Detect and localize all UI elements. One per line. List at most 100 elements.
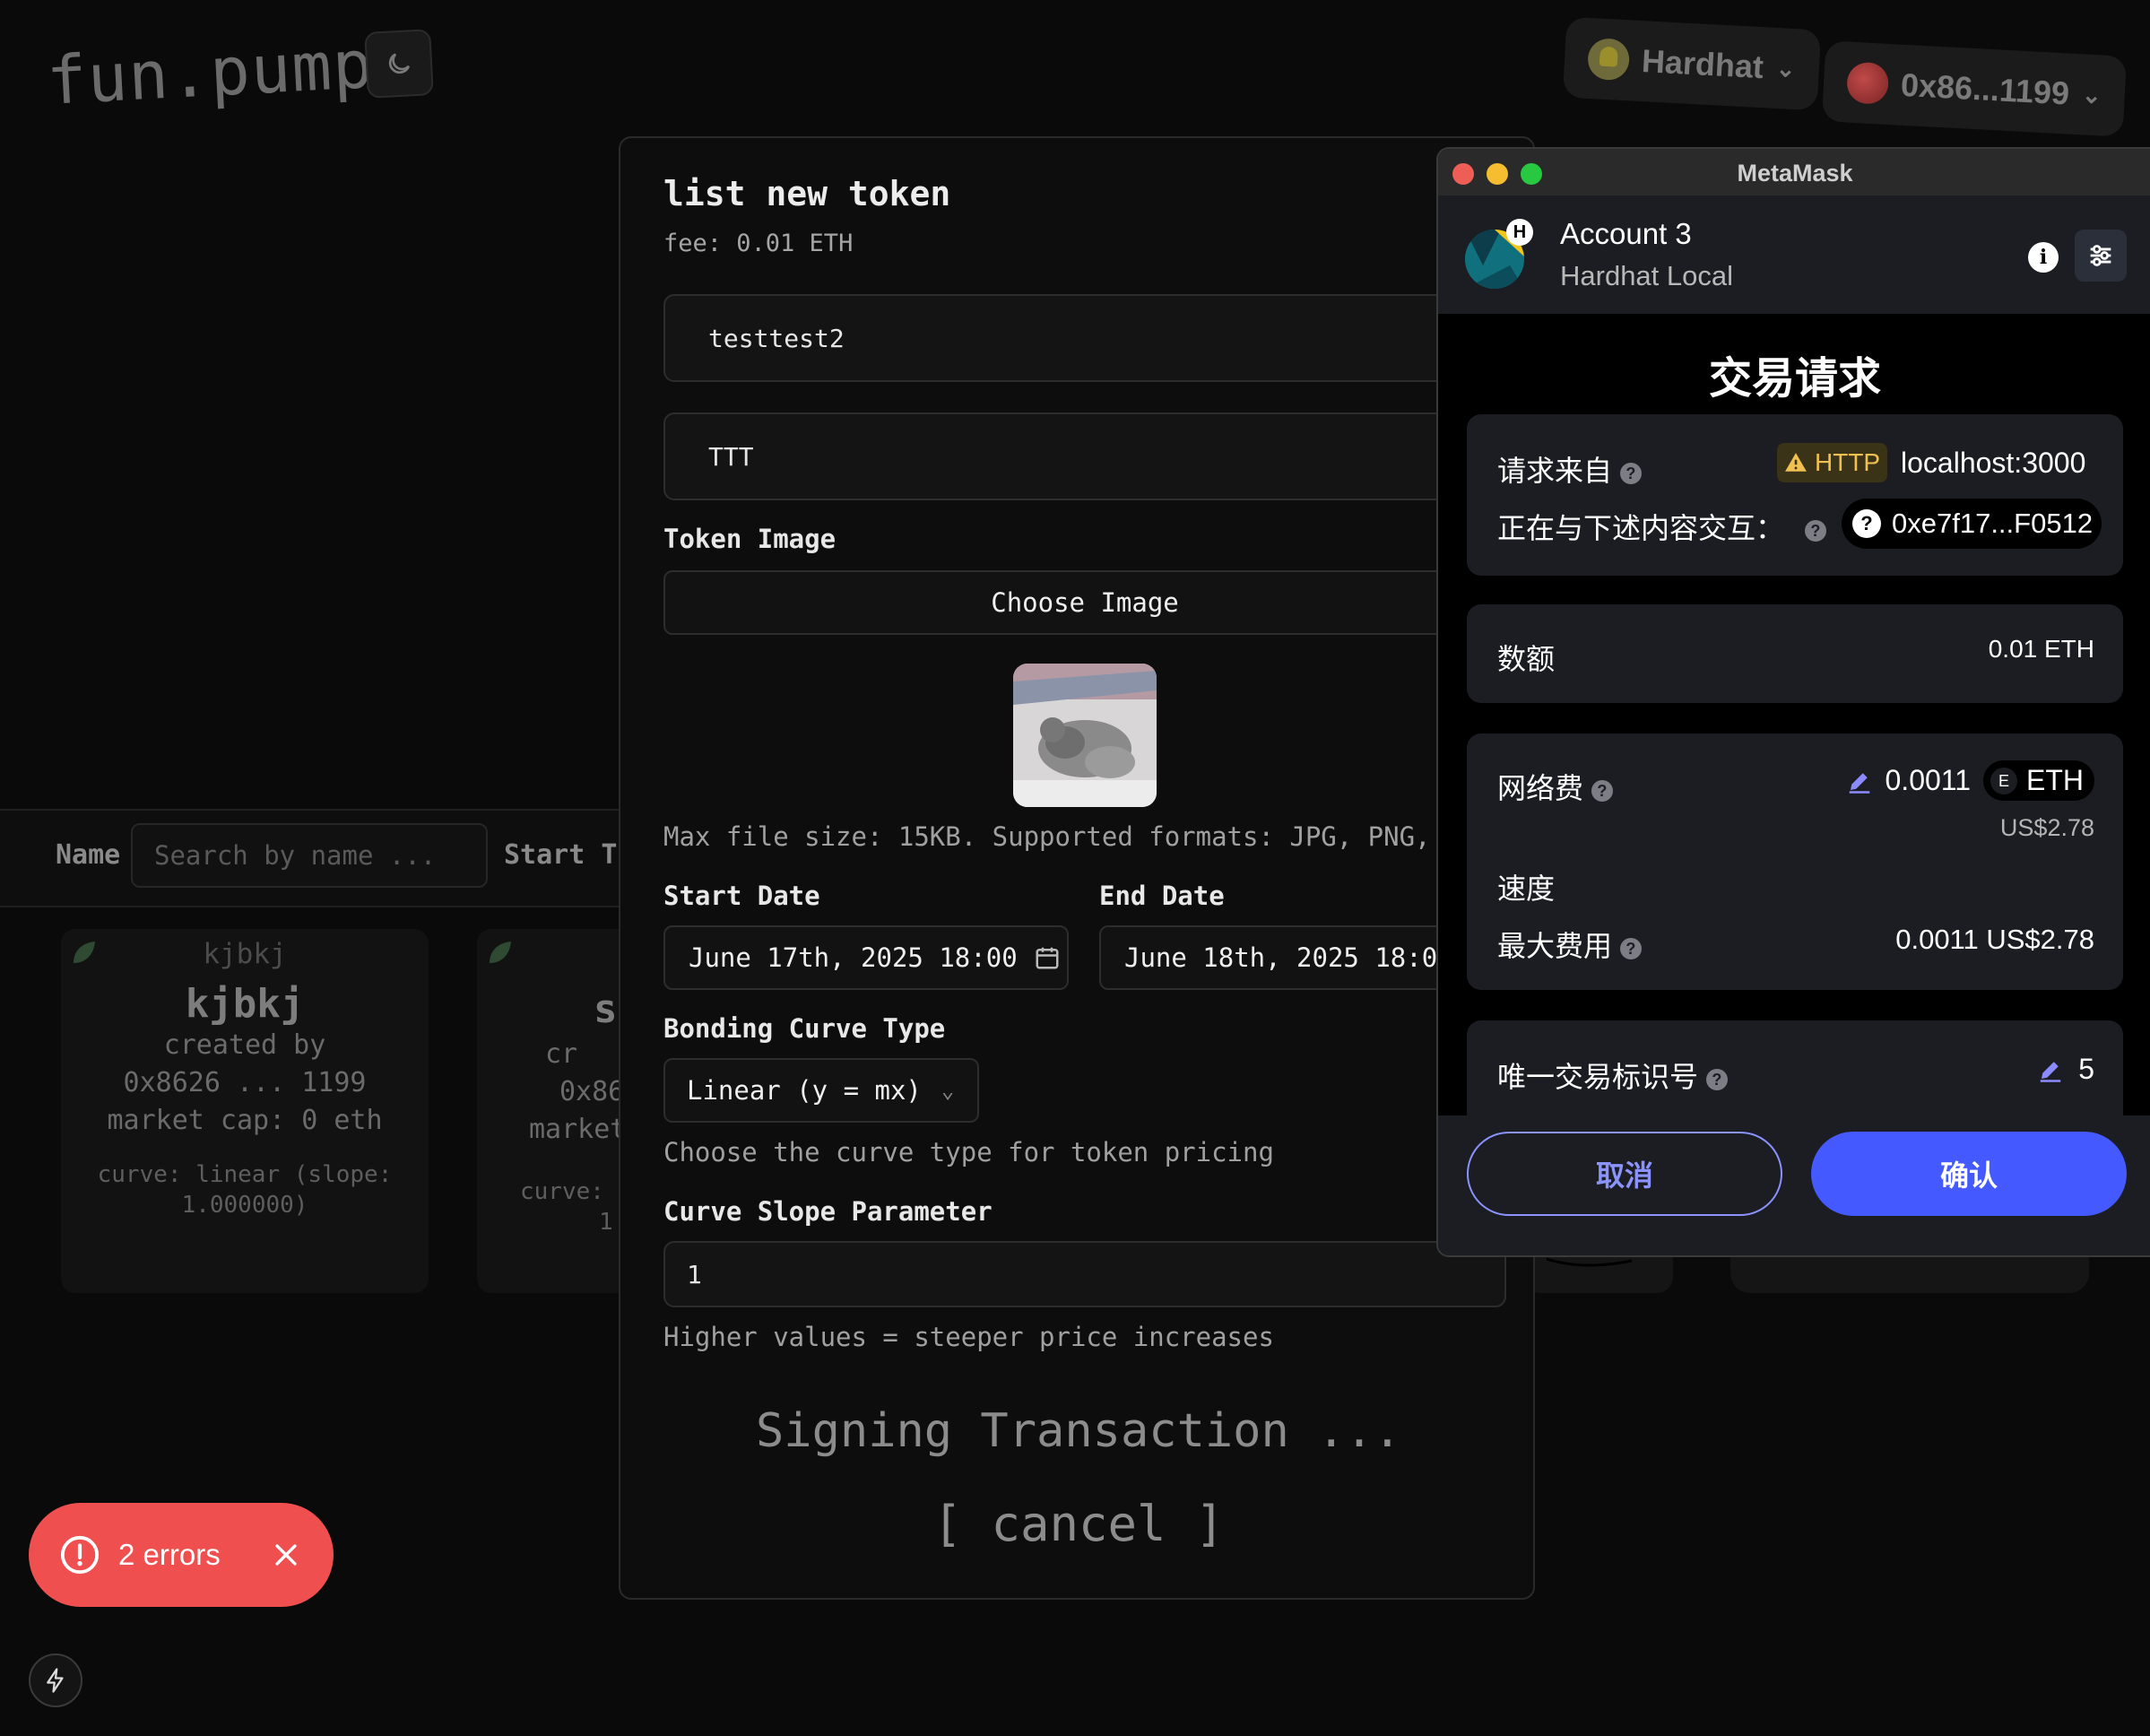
chevron-down-icon: ⌄ — [1775, 54, 1797, 82]
slope-input[interactable]: 1 — [663, 1241, 1506, 1307]
token-symbol: kjbkj — [203, 938, 287, 970]
list-token-modal: list new token fee: 0.01 ETH testtest2 T… — [619, 136, 1535, 1600]
account-address: 0x86...1199 — [1900, 65, 2071, 112]
curve-type-value: Linear (y = mx) — [687, 1075, 922, 1106]
start-date-input[interactable]: June 17th, 2025 18:00 — [663, 925, 1069, 990]
network-fee-row: 网络费 ? — [1497, 766, 1613, 807]
search-input[interactable]: Search by name ... — [131, 823, 488, 888]
screen: fun.pump Hardhat ⌄ 0x86...1199 ⌄ Name Se… — [0, 0, 2150, 1736]
cat-photo-image — [1013, 664, 1157, 807]
chevron-down-icon: ⌄ — [941, 1078, 955, 1103]
account-selector[interactable]: 0x86...1199 ⌄ — [1821, 40, 2128, 137]
network-name: Hardhat — [1641, 42, 1765, 86]
help-icon[interactable]: ? — [1705, 1068, 1728, 1090]
market-cap: market — [529, 1114, 627, 1145]
help-icon[interactable]: ? — [1591, 779, 1613, 802]
help-icon[interactable]: ? — [1804, 519, 1826, 542]
network-selector[interactable]: Hardhat ⌄ — [1562, 16, 1821, 111]
nonce-value-row: 5 — [2037, 1053, 2094, 1086]
close-icon[interactable] — [271, 1540, 301, 1570]
modal-title: list new token — [663, 174, 951, 213]
reject-button-label: 取消 — [1595, 1159, 1653, 1192]
network-fee-usd: US$2.78 — [1999, 814, 2094, 841]
curve-info: curve: linear (slope: 1.000000) — [61, 1159, 429, 1220]
creator-address: 0x8626 ... 1199 — [123, 1067, 367, 1098]
contract-address: 0xe7f17...F0512 — [1892, 508, 2094, 539]
moon-icon — [388, 53, 411, 74]
app-logo[interactable]: fun.pump — [45, 26, 375, 120]
advanced-settings-button[interactable] — [2075, 230, 2127, 282]
edit-pencil-icon[interactable] — [2037, 1056, 2064, 1083]
unknown-contract-icon: ? — [1852, 509, 1881, 538]
theme-toggle-button[interactable] — [364, 29, 434, 99]
created-by-label: created by — [163, 1029, 326, 1061]
request-from-label: 请求来自 — [1497, 455, 1613, 487]
amount-value: 0.01 ETH — [1988, 635, 2094, 663]
dev-tools-button[interactable] — [29, 1654, 82, 1707]
origin-card: 请求来自 ? HTTP localhost:3000 正在与下述内容交互： ? … — [1467, 414, 2123, 576]
confirm-button[interactable]: 确认 — [1811, 1132, 2127, 1216]
max-fee-row: 最大费用 ? — [1497, 924, 1642, 965]
http-label: HTTP — [1815, 448, 1881, 476]
calendar-icon[interactable] — [1034, 944, 1061, 971]
token-symbol-value: TTT — [708, 441, 754, 472]
token-name-input[interactable]: testtest2 — [663, 294, 1506, 382]
account-name[interactable]: Account 3 — [1560, 217, 1692, 251]
interacting-with-label: 正在与下述内容交互： — [1497, 512, 1785, 544]
fee-token-pill: E ETH — [1983, 760, 2094, 801]
choose-image-button[interactable]: Choose Image — [663, 570, 1506, 635]
lightning-icon — [47, 1668, 64, 1693]
cancel-transaction-button[interactable]: [ cancel ] — [620, 1496, 1537, 1552]
search-placeholder: Search by name ... — [154, 840, 437, 871]
http-warning-badge: HTTP — [1777, 443, 1888, 482]
origin-url: localhost:3000 — [1901, 447, 2086, 479]
amount-label: 数额 — [1497, 643, 1556, 675]
contract-address-pill[interactable]: ? 0xe7f17...F0512 — [1842, 499, 2102, 549]
edit-pencil-icon[interactable] — [1846, 768, 1873, 794]
max-fee-label: 最大费用 — [1497, 930, 1613, 962]
nonce-row: 唯一交易标识号 ? — [1497, 1055, 1728, 1096]
curve-info-line1: curve: linear (slope: — [97, 1161, 393, 1188]
help-icon[interactable]: ? — [1619, 462, 1642, 484]
account-header: H Account 3 Hardhat Local i — [1438, 195, 2150, 314]
info-icon[interactable]: i — [2028, 242, 2059, 273]
sliders-icon — [2090, 245, 2111, 266]
token-name-value: testtest2 — [708, 323, 845, 353]
chevron-down-icon: ⌄ — [2081, 80, 2102, 108]
slope-help: Higher values = steeper price increases — [663, 1322, 1274, 1352]
choose-image-label: Choose Image — [991, 587, 1179, 618]
curve-info-line1: curve: — [520, 1178, 604, 1205]
nonce-label: 唯一交易标识号 — [1497, 1061, 1699, 1093]
end-date-value: June 18th, 2025 18:00 — [1124, 942, 1453, 973]
name-filter-label: Name — [56, 839, 121, 871]
creator-address: 0x86 — [559, 1076, 625, 1107]
leaf-icon — [490, 942, 511, 963]
error-toast[interactable]: 2 errors — [29, 1503, 334, 1607]
curve-type-label: Bonding Curve Type — [663, 1013, 946, 1044]
market-cap: market cap: 0 eth — [107, 1105, 383, 1136]
token-symbol-input[interactable]: TTT — [663, 412, 1506, 500]
leaf-icon — [74, 942, 95, 963]
network-fee-card: 网络费 ? 0.0011 E ETH US$2.78 速度 最大费用 ? 0.0… — [1467, 733, 2123, 990]
network-fee-value: 0.0011 — [1885, 764, 1972, 796]
curve-type-help: Choose the curve type for token pricing — [663, 1137, 1274, 1167]
request-from-row: 请求来自 ? — [1497, 448, 1642, 490]
curve-type-select[interactable]: Linear (y = mx) ⌄ — [663, 1058, 979, 1123]
account-avatar-icon — [1845, 61, 1890, 105]
start-date-label: Start Date — [663, 881, 820, 911]
nonce-value: 5 — [2078, 1053, 2094, 1085]
confirm-button-label: 确认 — [1939, 1159, 1998, 1192]
token-name: kjbkj — [185, 981, 305, 1027]
metamask-window: MetaMask H Account 3 Hardhat Local i 交易请… — [1436, 147, 2150, 1257]
signing-status: Signing Transaction ... — [755, 1404, 1402, 1458]
end-date-label: End Date — [1099, 881, 1225, 911]
warning-icon — [1785, 453, 1807, 472]
help-icon[interactable]: ? — [1619, 937, 1642, 959]
created-by-label: cr — [545, 1038, 578, 1070]
amount-card: 数额 0.01 ETH — [1467, 604, 2123, 703]
token-card[interactable]: kjbkj kjbkj created by 0x8626 ... 1199 m… — [61, 929, 429, 1293]
reject-button[interactable]: 取消 — [1467, 1132, 1782, 1216]
slope-value: 1 — [687, 1259, 702, 1289]
token-image-preview — [1013, 664, 1157, 807]
listing-fee: fee: 0.01 ETH — [663, 230, 854, 257]
